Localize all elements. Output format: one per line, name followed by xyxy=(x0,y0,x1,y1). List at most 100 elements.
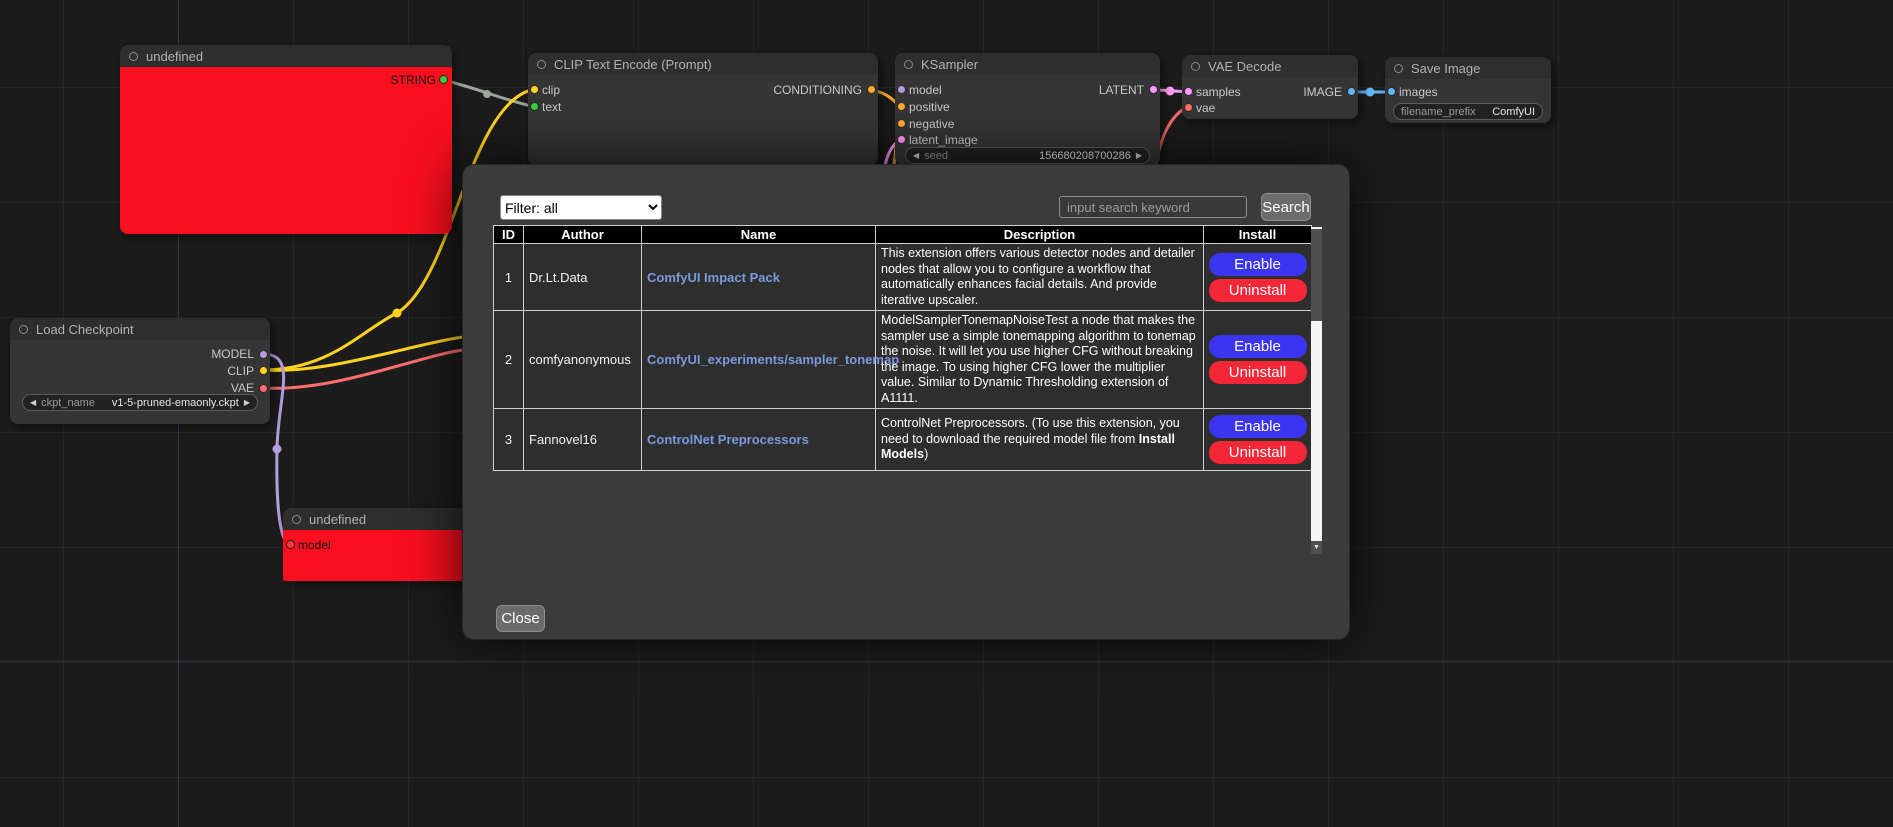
output-label-clip: CLIP xyxy=(227,364,254,378)
input-port-latent-image[interactable] xyxy=(897,135,906,144)
output-port-conditioning[interactable] xyxy=(867,85,876,94)
search-button[interactable]: Search xyxy=(1261,193,1311,221)
input-label-samples: samples xyxy=(1196,85,1241,99)
node-title: Save Image xyxy=(1411,61,1480,76)
table-header-row: ID Author Name Description Install xyxy=(494,226,1312,244)
uninstall-button[interactable]: Uninstall xyxy=(1209,279,1307,302)
extension-link[interactable]: ComfyUI Impact Pack xyxy=(647,270,780,285)
node-clip-text-encode[interactable]: CLIP Text Encode (Prompt) clip text COND… xyxy=(528,53,878,165)
cell-name: ControlNet Preprocessors xyxy=(642,409,876,471)
node-title: undefined xyxy=(309,512,366,527)
cell-description: ControlNet Preprocessors. (To use this e… xyxy=(876,409,1204,471)
cell-id: 2 xyxy=(494,311,524,409)
input-port-vae[interactable] xyxy=(1184,103,1193,112)
collapse-dot-icon[interactable] xyxy=(19,325,28,334)
filter-select[interactable]: Filter: all xyxy=(500,195,662,220)
collapse-dot-icon[interactable] xyxy=(537,60,546,69)
input-port-negative[interactable] xyxy=(897,119,906,128)
uninstall-button[interactable]: Uninstall xyxy=(1209,361,1307,384)
uninstall-button[interactable]: Uninstall xyxy=(1209,441,1307,464)
cell-author: comfyanonymous xyxy=(524,311,642,409)
output-port-image[interactable] xyxy=(1347,87,1356,96)
filename-prefix-widget[interactable]: filename_prefix ComfyUI xyxy=(1393,103,1543,120)
enable-button[interactable]: Enable xyxy=(1209,335,1307,358)
collapse-dot-icon[interactable] xyxy=(1394,64,1403,73)
input-port-text[interactable] xyxy=(530,102,539,111)
output-port-vae[interactable] xyxy=(259,384,268,393)
node-undefined-top[interactable]: undefined STRING xyxy=(120,45,452,234)
widget-name: ckpt_name xyxy=(41,397,95,409)
node-body xyxy=(120,67,452,234)
widget-value: ComfyUI xyxy=(1492,106,1535,118)
output-port-clip[interactable] xyxy=(259,366,268,375)
node-load-checkpoint[interactable]: Load Checkpoint MODEL CLIP VAE ◀ ckpt_na… xyxy=(10,318,270,424)
widget-value: 156680208700286 xyxy=(1039,150,1131,162)
output-port-model[interactable] xyxy=(259,350,268,359)
search-input[interactable] xyxy=(1059,196,1247,218)
seed-widget[interactable]: ◀ seed 156680208700286 ▶ xyxy=(905,147,1150,164)
node-titlebar[interactable]: KSampler xyxy=(895,53,1160,75)
canvas-axis-horizontal xyxy=(0,661,1893,662)
enable-button[interactable]: Enable xyxy=(1209,253,1307,276)
input-port-samples[interactable] xyxy=(1184,87,1193,96)
wire-hidden-to-vae xyxy=(1156,107,1187,166)
close-button[interactable]: Close xyxy=(496,605,545,632)
col-header-id: ID xyxy=(494,226,524,244)
node-titlebar[interactable]: CLIP Text Encode (Prompt) xyxy=(528,53,878,75)
output-port-string[interactable] xyxy=(439,75,448,84)
input-port-clip[interactable] xyxy=(530,85,539,94)
node-titlebar[interactable]: Load Checkpoint xyxy=(10,318,270,340)
collapse-dot-icon[interactable] xyxy=(1191,62,1200,71)
node-titlebar[interactable]: VAE Decode xyxy=(1182,55,1358,77)
input-port-positive[interactable] xyxy=(897,102,906,111)
node-graph-canvas[interactable]: undefined STRING CLIP Text Encode (Promp… xyxy=(0,0,1893,827)
ckpt-name-widget[interactable]: ◀ ckpt_name v1-5-pruned-emaonly.ckpt ▶ xyxy=(22,394,258,411)
widget-name: filename_prefix xyxy=(1401,106,1476,118)
output-port-latent[interactable] xyxy=(1149,85,1158,94)
extension-link[interactable]: ControlNet Preprocessors xyxy=(647,432,809,447)
table-scrollbar[interactable]: ▼ xyxy=(1311,227,1322,554)
cell-install: Enable Uninstall xyxy=(1204,311,1312,409)
extensions-table: ID Author Name Description Install 1 Dr.… xyxy=(493,225,1312,471)
enable-button[interactable]: Enable xyxy=(1209,415,1307,438)
node-vae-decode[interactable]: VAE Decode samples vae IMAGE xyxy=(1182,55,1358,119)
input-label-negative: negative xyxy=(909,117,954,131)
col-header-description: Description xyxy=(876,226,1204,244)
output-label-image: IMAGE xyxy=(1303,85,1342,99)
cell-description: This extension offers various detector n… xyxy=(876,244,1204,311)
input-port-model[interactable] xyxy=(286,540,295,549)
wire-string-to-text xyxy=(443,80,531,106)
right-arrow-icon[interactable]: ▶ xyxy=(1136,147,1142,164)
output-label-conditioning: CONDITIONING xyxy=(773,83,862,97)
node-title: CLIP Text Encode (Prompt) xyxy=(554,57,712,72)
node-titlebar[interactable]: Save Image xyxy=(1385,57,1551,79)
left-arrow-icon[interactable]: ◀ xyxy=(913,147,919,164)
input-label-positive: positive xyxy=(909,100,950,114)
collapse-dot-icon[interactable] xyxy=(129,52,138,61)
left-arrow-icon[interactable]: ◀ xyxy=(30,394,36,411)
node-title: KSampler xyxy=(921,57,978,72)
extension-link[interactable]: ComfyUI_experiments/sampler_tonemap xyxy=(647,352,899,367)
scrollbar-thumb[interactable] xyxy=(1311,229,1322,321)
wire-vae-to-hidden xyxy=(263,350,463,388)
node-titlebar[interactable]: undefined xyxy=(120,45,452,67)
col-header-name: Name xyxy=(642,226,876,244)
cell-author: Dr.Lt.Data xyxy=(524,244,642,311)
input-port-images[interactable] xyxy=(1387,87,1396,96)
node-ksampler[interactable]: KSampler model positive negative latent_… xyxy=(895,53,1160,165)
input-label-images: images xyxy=(1399,85,1438,99)
custom-nodes-dialog: Filter: all Search ID Author Name Descri… xyxy=(462,164,1350,640)
collapse-dot-icon[interactable] xyxy=(292,515,301,524)
cell-id: 1 xyxy=(494,244,524,311)
scrollbar-down-button[interactable]: ▼ xyxy=(1311,541,1322,554)
col-header-author: Author xyxy=(524,226,642,244)
input-port-model[interactable] xyxy=(897,85,906,94)
node-save-image[interactable]: Save Image images filename_prefix ComfyU… xyxy=(1385,57,1551,123)
col-header-install: Install xyxy=(1204,226,1312,244)
collapse-dot-icon[interactable] xyxy=(904,60,913,69)
output-label-vae: VAE xyxy=(231,381,254,395)
widget-name: seed xyxy=(924,150,948,162)
output-label-model: MODEL xyxy=(211,347,254,361)
right-arrow-icon[interactable]: ▶ xyxy=(244,394,250,411)
input-label-clip: clip xyxy=(542,83,560,97)
